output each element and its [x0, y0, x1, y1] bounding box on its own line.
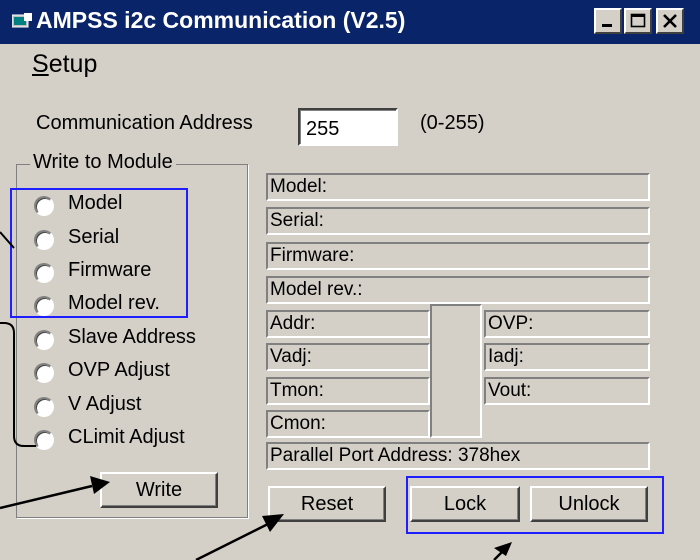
annotation-overlay — [0, 231, 512, 560]
lock-arrowhead — [494, 542, 512, 556]
lock-pointer-arrow — [493, 551, 503, 560]
reset-arrowhead — [262, 514, 284, 532]
bracket-arrow — [0, 231, 15, 249]
write-pointer-arrow — [0, 484, 93, 510]
reset-pointer-arrow — [195, 522, 269, 560]
adjust-options-bracket — [0, 322, 36, 447]
app-window: AMPSS i2c Communication (V2.5) Setup Com… — [0, 0, 700, 560]
write-arrowhead — [90, 476, 110, 494]
